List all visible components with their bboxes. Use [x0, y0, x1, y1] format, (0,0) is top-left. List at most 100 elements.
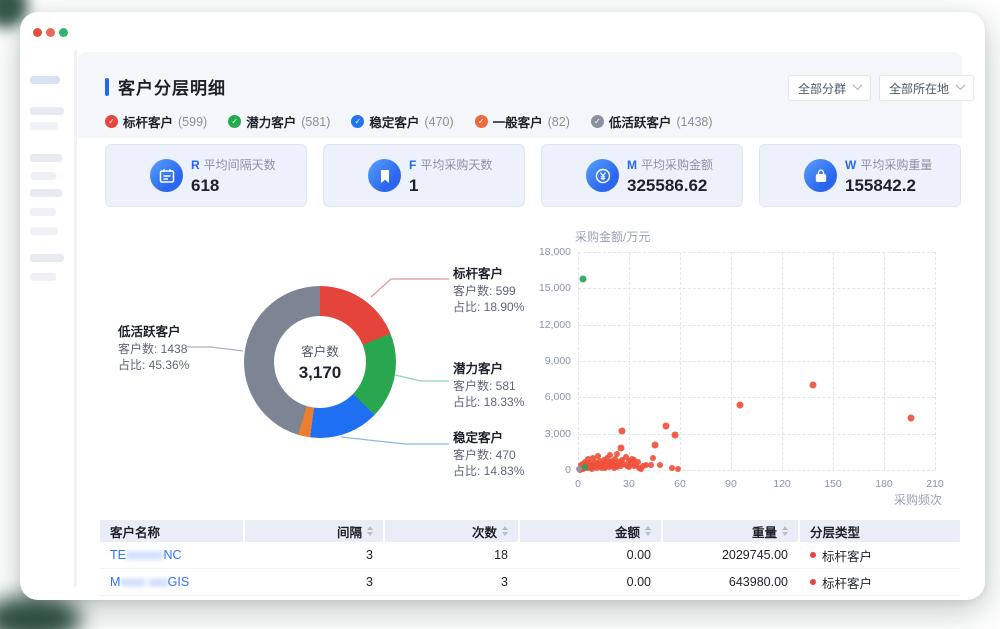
location-filter-label: 全部所在地: [889, 80, 949, 97]
sort-icon[interactable]: [782, 526, 788, 536]
sidebar-divider: [74, 50, 77, 587]
kpi-card-monetary: M 平均采购金额 325586.62: [541, 144, 743, 207]
page-background-blob-bottom: [0, 596, 82, 629]
cell-weight: 643980.00: [663, 569, 798, 595]
column-header-type: 分层类型: [800, 520, 960, 542]
kpi-value: 1: [409, 176, 492, 196]
check-badge-icon: ✓: [105, 115, 118, 128]
kpi-value: 618: [191, 176, 276, 196]
check-badge-icon: ✓: [591, 115, 604, 128]
sidebar-skeleton-bar: [30, 273, 56, 281]
window-minimize-dot[interactable]: [46, 28, 55, 37]
column-header-name: 客户名称: [100, 520, 243, 542]
kpi-cards: R 平均间隔天数 618 F 平均采购天数 1 M 平均采购金额 325586.62: [105, 144, 961, 207]
group-filter-label: 全部分群: [798, 80, 846, 97]
filter-bar: 全部分群 全部所在地: [788, 75, 974, 101]
group-filter-dropdown[interactable]: 全部分群: [788, 75, 871, 101]
legend-item-general[interactable]: ✓ 一般客户 (82): [475, 112, 570, 131]
sidebar-skeleton-bar: [30, 154, 62, 162]
app-window: 客户分层明细 全部分群 全部所在地 ✓ 标杆客户 (599) ✓ 潜力客户 (5…: [20, 12, 985, 600]
sidebar-skeleton-bar: [30, 189, 62, 197]
legend-count: (470): [424, 115, 453, 129]
legend-label: 一般客户: [493, 112, 543, 131]
legend-label: 低活跃客户: [609, 112, 672, 131]
donut-center-label: 客户数: [301, 341, 339, 360]
column-header-weight[interactable]: 重量: [663, 520, 798, 542]
cell-weight: 2029745.00: [663, 542, 798, 568]
donut-center-value: 3,170: [299, 363, 342, 383]
kpi-letter: M: [627, 158, 637, 172]
sidebar-skeleton-bar: [30, 107, 64, 115]
chevron-down-icon: [853, 80, 863, 90]
sort-icon[interactable]: [502, 526, 508, 536]
kpi-value: 155842.2: [845, 176, 932, 196]
chevron-down-icon: [956, 80, 966, 90]
cell-amount: 0.00: [520, 542, 661, 568]
cell-gap: 3: [245, 542, 383, 568]
sidebar-skeleton-bar: [30, 122, 58, 130]
scatter-plot-area: 03,0006,0009,00012,00015,00018,000030609…: [578, 252, 935, 470]
sidebar-skeleton-bar: [30, 254, 64, 262]
kpi-card-recency: R 平均间隔天数 618: [105, 144, 307, 207]
calendar-icon: [150, 159, 183, 192]
check-badge-icon: ✓: [475, 115, 488, 128]
legend-count: (1438): [676, 115, 712, 129]
window-controls: [33, 28, 68, 37]
legend-count: (82): [548, 115, 570, 129]
legend-count: (581): [301, 115, 330, 129]
table-row[interactable]: TExxxxxxNC 3 18 0.00 2029745.00 标杆客户: [100, 542, 960, 569]
title-accent-bar: [105, 78, 109, 96]
redacted-text: xxxxxx: [126, 548, 164, 562]
legend-label: 标杆客户: [123, 112, 173, 131]
kpi-letter: R: [191, 158, 200, 172]
window-close-dot[interactable]: [33, 28, 42, 37]
legend-item-inactive[interactable]: ✓ 低活跃客户 (1438): [591, 112, 713, 131]
type-dot-icon: [810, 552, 816, 558]
donut-label-inactive: 低活跃客户 客户数: 1438 占比: 45.36%: [118, 321, 228, 373]
check-badge-icon: ✓: [228, 115, 241, 128]
kpi-letter: W: [845, 158, 856, 172]
column-header-times[interactable]: 次数: [385, 520, 518, 542]
customer-table: 客户名称 间隔 次数 金额 重量 分层类型 TExxxxxxNC 3 18 0.…: [100, 520, 960, 596]
table-header: 客户名称 间隔 次数 金额 重量 分层类型: [100, 520, 960, 542]
sort-icon[interactable]: [367, 526, 373, 536]
type-dot-icon: [810, 579, 816, 585]
kpi-label: 平均间隔天数: [204, 158, 276, 172]
cell-times: 3: [385, 569, 518, 595]
legend-count: (599): [178, 115, 207, 129]
location-filter-dropdown[interactable]: 全部所在地: [879, 75, 974, 101]
segment-legend: ✓ 标杆客户 (599) ✓ 潜力客户 (581) ✓ 稳定客户 (470) ✓…: [105, 112, 713, 131]
purchase-scatter-chart: 采购金额/万元 采购频次 03,0006,0009,00012,00015,00…: [555, 225, 970, 515]
legend-label: 稳定客户: [369, 112, 419, 131]
bookmark-icon: [368, 159, 401, 192]
kpi-letter: F: [409, 158, 416, 172]
sidebar-skeleton-bar: [30, 76, 60, 84]
cell-times: 18: [385, 542, 518, 568]
weight-bag-icon: [804, 159, 837, 192]
cell-gap: 3: [245, 569, 383, 595]
column-header-gap[interactable]: 间隔: [245, 520, 383, 542]
sidebar-skeleton-bar: [30, 208, 56, 216]
customer-donut-chart: 客户数 3,170 标杆客户 客户数: 599 占比: 18.90% 潜力客户 …: [85, 215, 530, 510]
legend-item-stable[interactable]: ✓ 稳定客户 (470): [351, 112, 453, 131]
scatter-x-axis-title: 采购频次: [894, 491, 942, 508]
yen-coin-icon: [586, 159, 619, 192]
kpi-value: 325586.62: [627, 176, 713, 196]
sort-icon[interactable]: [645, 526, 651, 536]
table-row[interactable]: Mxxxx xxxGIS 3 3 0.00 643980.00 标杆客户: [100, 569, 960, 596]
kpi-card-weight: W平均采购重量 155842.2: [759, 144, 961, 207]
cell-type: 标杆客户: [800, 569, 960, 595]
scatter-y-axis-title: 采购金额/万元: [575, 228, 650, 245]
kpi-card-frequency: F 平均采购天数 1: [323, 144, 525, 207]
column-header-amount[interactable]: 金额: [520, 520, 661, 542]
customer-name-link[interactable]: Mxxxx xxxGIS: [100, 569, 243, 595]
redacted-text: xxxx xxx: [120, 575, 167, 589]
page-title: 客户分层明细: [118, 74, 226, 99]
kpi-label: 平均采购天数: [420, 158, 492, 172]
legend-item-potential[interactable]: ✓ 潜力客户 (581): [228, 112, 330, 131]
window-zoom-dot[interactable]: [59, 28, 68, 37]
kpi-label: 平均采购金额: [641, 158, 713, 172]
legend-item-benchmark[interactable]: ✓ 标杆客户 (599): [105, 112, 207, 131]
check-badge-icon: ✓: [351, 115, 364, 128]
customer-name-link[interactable]: TExxxxxxNC: [100, 542, 243, 568]
